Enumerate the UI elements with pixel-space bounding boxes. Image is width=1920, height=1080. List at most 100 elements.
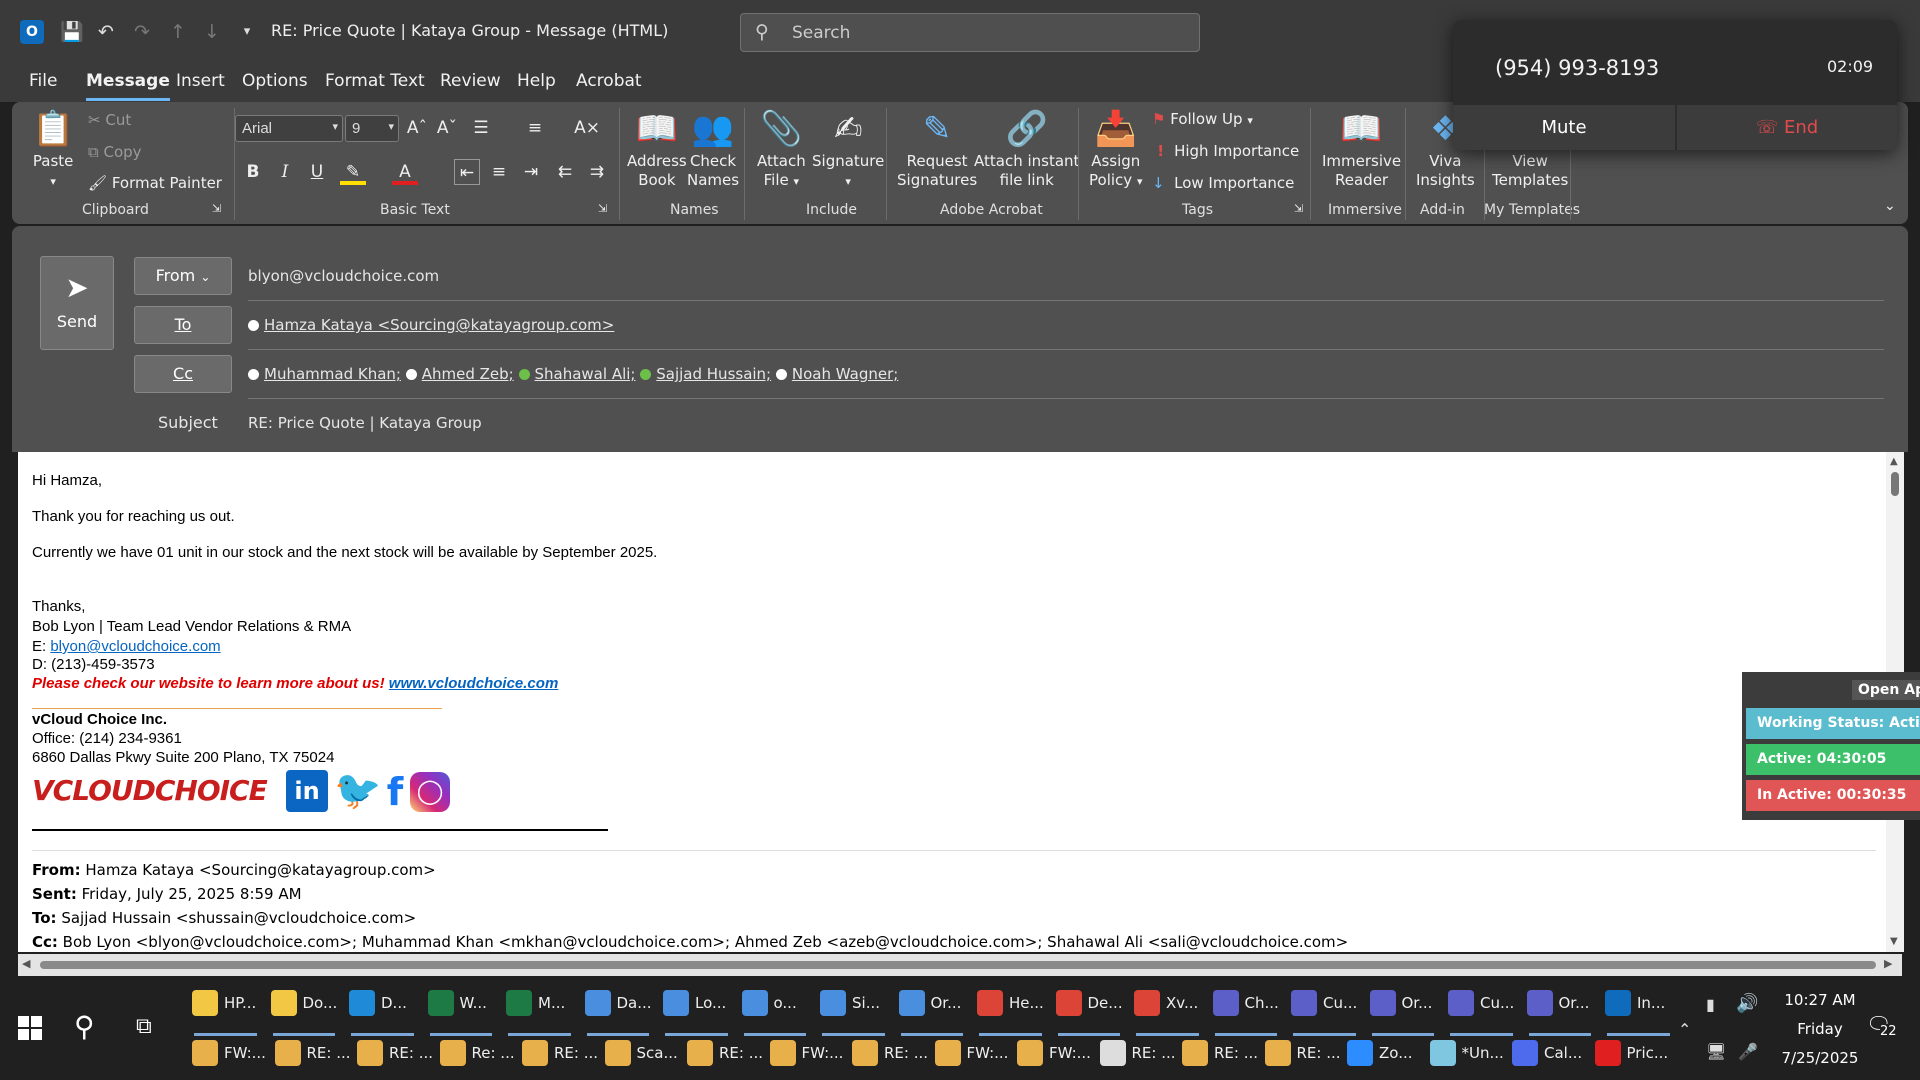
taskbar-button[interactable]: *Un... bbox=[1429, 1040, 1509, 1080]
linkedin-icon[interactable]: in bbox=[286, 770, 328, 812]
recipient-cc[interactable]: Ahmed Zeb; bbox=[422, 365, 514, 383]
taskbar-button[interactable]: FW:... bbox=[1017, 1040, 1096, 1080]
taskbar-button[interactable]: M... bbox=[506, 990, 581, 1036]
highlight-icon[interactable]: ✎ bbox=[340, 159, 366, 185]
signature-button[interactable]: ✍ Signature ▾ bbox=[812, 108, 884, 191]
taskbar-button[interactable]: RE: ... bbox=[1182, 1040, 1261, 1080]
clock-date[interactable]: 7/25/2025 bbox=[1770, 1049, 1870, 1067]
italic-icon[interactable]: I bbox=[272, 159, 298, 185]
bold-icon[interactable]: B bbox=[240, 159, 266, 185]
recipient-cc[interactable]: Noah Wagner; bbox=[792, 365, 898, 383]
taskbar-button[interactable]: D... bbox=[349, 990, 424, 1036]
request-signatures-button[interactable]: ✎ Request Signatures bbox=[897, 108, 977, 190]
taskbar-button[interactable]: Pric... bbox=[1594, 1040, 1674, 1080]
website-link[interactable]: www.vcloudchoice.com bbox=[389, 675, 558, 692]
taskbar-button[interactable]: RE: ... bbox=[1264, 1040, 1344, 1080]
taskbar-button[interactable]: RE: ... bbox=[274, 1040, 354, 1080]
grow-font-icon[interactable]: Aˆ bbox=[404, 115, 430, 141]
taskbar-button[interactable]: De... bbox=[1055, 990, 1131, 1036]
taskbar-button[interactable]: RE: ... bbox=[1099, 1040, 1179, 1080]
low-importance-button[interactable]: ↓ Low Importance bbox=[1152, 174, 1294, 192]
taskbar-button[interactable]: Si... bbox=[820, 990, 895, 1036]
font-launcher-icon[interactable]: ⇲ bbox=[598, 202, 607, 215]
task-view-icon[interactable]: ⧉ bbox=[136, 1014, 152, 1039]
taskbar-button[interactable]: Re: ... bbox=[439, 1040, 519, 1080]
follow-up-button[interactable]: ⚑ Follow Up ▾ bbox=[1152, 110, 1253, 128]
bullets-icon[interactable]: ☰ bbox=[468, 115, 494, 141]
customize-toolbar-icon[interactable]: ▾ bbox=[235, 20, 259, 44]
ribbon-collapse-icon[interactable]: ⌄ bbox=[1884, 198, 1896, 214]
tab-message[interactable]: Message bbox=[86, 71, 170, 101]
scroll-down-icon[interactable]: ▼ bbox=[1890, 936, 1898, 947]
scroll-left-icon[interactable]: ◀ bbox=[22, 957, 30, 970]
search-box[interactable]: ⚲ Search bbox=[740, 13, 1200, 52]
high-importance-button[interactable]: ! High Importance bbox=[1152, 142, 1299, 160]
taskbar-button[interactable]: Cal... bbox=[1512, 1040, 1591, 1080]
mute-button[interactable]: Mute bbox=[1453, 105, 1675, 150]
taskbar-button[interactable]: He... bbox=[977, 990, 1052, 1036]
instagram-icon[interactable]: ◯ bbox=[410, 772, 450, 812]
immersive-reader-button[interactable]: 📖 Immersive Reader bbox=[1322, 108, 1401, 190]
tab-help[interactable]: Help bbox=[517, 71, 556, 91]
facebook-icon[interactable]: f bbox=[380, 770, 410, 814]
taskbar-button[interactable]: Or... bbox=[1526, 990, 1602, 1036]
undo-icon[interactable]: ↶ bbox=[94, 20, 118, 44]
taskbar-button[interactable]: In... bbox=[1605, 990, 1680, 1036]
from-button[interactable]: From ⌄ bbox=[134, 257, 232, 295]
horizontal-scrollbar[interactable]: ◀ ▶ bbox=[18, 954, 1902, 976]
open-app-button[interactable]: Open App bbox=[1852, 680, 1920, 700]
align-right-icon[interactable]: ⇥ bbox=[518, 159, 544, 185]
taskbar-button[interactable]: Da... bbox=[584, 990, 660, 1036]
increase-indent-icon[interactable]: ⇉ bbox=[584, 159, 610, 185]
paste-button[interactable]: 📋 Paste ▾ bbox=[32, 108, 74, 191]
clipboard-launcher-icon[interactable]: ⇲ bbox=[212, 202, 221, 215]
scroll-up-icon[interactable]: ▲ bbox=[1890, 456, 1898, 467]
underline-icon[interactable]: U bbox=[304, 159, 330, 185]
clock-day[interactable]: Friday bbox=[1770, 1020, 1870, 1038]
taskbar-button[interactable]: RE: ... bbox=[357, 1040, 436, 1080]
taskbar-button[interactable]: Do... bbox=[270, 990, 346, 1036]
cc-button[interactable]: Cc bbox=[134, 355, 232, 393]
battery-icon[interactable]: ▮ bbox=[1706, 995, 1715, 1014]
scroll-right-icon[interactable]: ▶ bbox=[1884, 957, 1892, 970]
notifications-button[interactable]: 🗨 22 bbox=[1866, 1012, 1897, 1042]
taskbar-button[interactable]: RE: ... bbox=[852, 1040, 931, 1080]
to-field[interactable]: Hamza Kataya <Sourcing@katayagroup.com> bbox=[248, 316, 614, 334]
taskbar-button[interactable]: Or... bbox=[898, 990, 974, 1036]
scroll-thumb[interactable] bbox=[40, 961, 1876, 969]
clock-time[interactable]: 10:27 AM bbox=[1770, 991, 1870, 1009]
taskbar-button[interactable]: Lo... bbox=[663, 990, 738, 1036]
redo-icon[interactable]: ↷ bbox=[130, 20, 154, 44]
microphone-icon[interactable]: 🎤 bbox=[1738, 1042, 1758, 1061]
numbering-icon[interactable]: ≡ bbox=[522, 115, 548, 141]
recipient-to[interactable]: Hamza Kataya <Sourcing@katayagroup.com> bbox=[264, 316, 614, 334]
tab-insert[interactable]: Insert bbox=[176, 71, 225, 91]
windows-start-icon[interactable] bbox=[18, 1016, 42, 1040]
attach-instant-link-button[interactable]: 🔗 Attach instant file link bbox=[974, 108, 1079, 190]
taskbar-button[interactable]: Zo... bbox=[1347, 1040, 1426, 1080]
previous-item-icon[interactable]: ↑ bbox=[166, 20, 190, 44]
taskbar-button[interactable]: Ch... bbox=[1212, 990, 1288, 1036]
format-painter-button[interactable]: 🖌 Format Painter bbox=[88, 174, 222, 192]
message-body[interactable]: Hi Hamza, Thank you for reaching us out.… bbox=[18, 452, 1902, 952]
taskbar-button[interactable]: Xv... bbox=[1134, 990, 1209, 1036]
next-item-icon[interactable]: ↓ bbox=[200, 20, 224, 44]
tab-options[interactable]: Options bbox=[242, 71, 308, 91]
scroll-thumb[interactable] bbox=[1891, 472, 1899, 496]
taskbar-button[interactable]: W... bbox=[427, 990, 503, 1036]
tab-acrobat[interactable]: Acrobat bbox=[576, 71, 642, 91]
recipient-cc[interactable]: Sajjad Hussain; bbox=[656, 365, 771, 383]
taskbar-button[interactable]: RE: ... bbox=[687, 1040, 766, 1080]
taskbar-button[interactable]: FW:... bbox=[934, 1040, 1014, 1080]
shrink-font-icon[interactable]: Aˇ bbox=[434, 115, 460, 141]
attach-file-button[interactable]: 📎 Attach File ▾ bbox=[757, 108, 806, 191]
twitter-icon[interactable]: 🐦 bbox=[334, 770, 381, 812]
tab-review[interactable]: Review bbox=[440, 71, 501, 91]
end-call-button[interactable]: ☏ End bbox=[1677, 105, 1897, 150]
tab-file[interactable]: File bbox=[29, 71, 57, 91]
network-icon[interactable]: 🖥 bbox=[1706, 1042, 1726, 1061]
decrease-indent-icon[interactable]: ⇇ bbox=[552, 159, 578, 185]
font-color-icon[interactable]: A bbox=[392, 159, 418, 185]
signature-email-link[interactable]: blyon@vcloudchoice.com bbox=[50, 638, 220, 655]
clear-formatting-icon[interactable]: A⨯ bbox=[574, 115, 600, 141]
